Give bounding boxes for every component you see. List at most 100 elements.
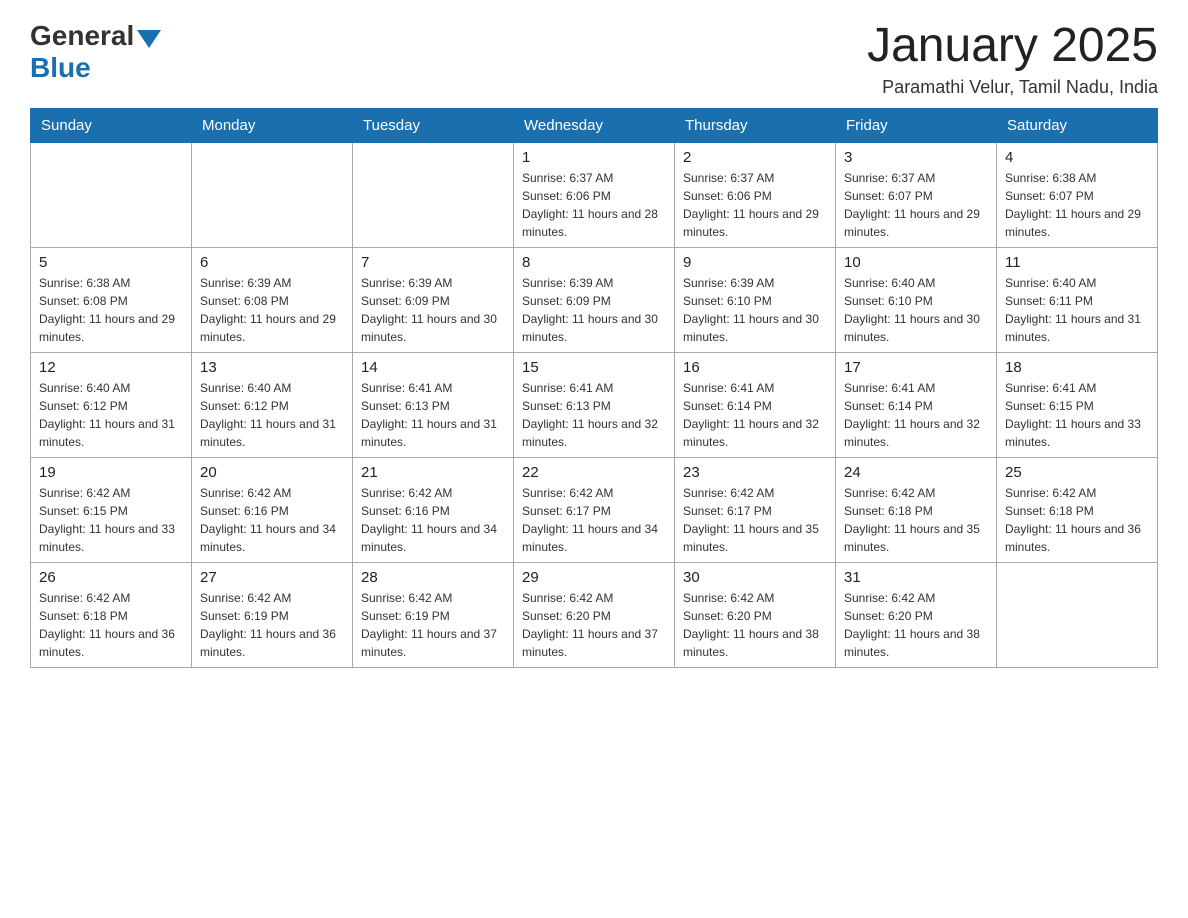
table-row: 21 Sunrise: 6:42 AMSunset: 6:16 PMDayligh… — [353, 457, 514, 562]
table-row: 5 Sunrise: 6:38 AMSunset: 6:08 PMDaylight… — [31, 247, 192, 352]
table-row: 11 Sunrise: 6:40 AMSunset: 6:11 PMDayligh… — [997, 247, 1158, 352]
day-info: Sunrise: 6:39 AMSunset: 6:09 PMDaylight:… — [522, 274, 666, 346]
table-row — [353, 142, 514, 247]
day-info: Sunrise: 6:40 AMSunset: 6:11 PMDaylight:… — [1005, 274, 1149, 346]
day-number: 1 — [522, 149, 666, 166]
day-number: 9 — [683, 254, 827, 271]
day-number: 15 — [522, 359, 666, 376]
day-info: Sunrise: 6:42 AMSunset: 6:15 PMDaylight:… — [39, 484, 183, 556]
day-number: 16 — [683, 359, 827, 376]
day-number: 26 — [39, 569, 183, 586]
day-number: 27 — [200, 569, 344, 586]
table-row: 24 Sunrise: 6:42 AMSunset: 6:18 PMDayligh… — [836, 457, 997, 562]
table-row: 29 Sunrise: 6:42 AMSunset: 6:20 PMDayligh… — [514, 562, 675, 667]
day-info: Sunrise: 6:40 AMSunset: 6:12 PMDaylight:… — [200, 379, 344, 451]
calendar-header-row: Sunday Monday Tuesday Wednesday Thursday… — [31, 108, 1158, 142]
day-info: Sunrise: 6:42 AMSunset: 6:20 PMDaylight:… — [844, 589, 988, 661]
day-info: Sunrise: 6:42 AMSunset: 6:20 PMDaylight:… — [522, 589, 666, 661]
day-info: Sunrise: 6:40 AMSunset: 6:10 PMDaylight:… — [844, 274, 988, 346]
table-row: 16 Sunrise: 6:41 AMSunset: 6:14 PMDayligh… — [675, 352, 836, 457]
day-info: Sunrise: 6:42 AMSunset: 6:17 PMDaylight:… — [683, 484, 827, 556]
table-row: 12 Sunrise: 6:40 AMSunset: 6:12 PMDayligh… — [31, 352, 192, 457]
table-row: 10 Sunrise: 6:40 AMSunset: 6:10 PMDayligh… — [836, 247, 997, 352]
table-row: 8 Sunrise: 6:39 AMSunset: 6:09 PMDaylight… — [514, 247, 675, 352]
calendar-week-row: 19 Sunrise: 6:42 AMSunset: 6:15 PMDayligh… — [31, 457, 1158, 562]
day-info: Sunrise: 6:42 AMSunset: 6:16 PMDaylight:… — [200, 484, 344, 556]
calendar-week-row: 12 Sunrise: 6:40 AMSunset: 6:12 PMDayligh… — [31, 352, 1158, 457]
header-wednesday: Wednesday — [514, 108, 675, 142]
month-title: January 2025 — [867, 20, 1158, 73]
header-thursday: Thursday — [675, 108, 836, 142]
location-subtitle: Paramathi Velur, Tamil Nadu, India — [867, 77, 1158, 98]
day-number: 29 — [522, 569, 666, 586]
table-row — [192, 142, 353, 247]
day-number: 17 — [844, 359, 988, 376]
day-number: 2 — [683, 149, 827, 166]
day-number: 13 — [200, 359, 344, 376]
day-number: 30 — [683, 569, 827, 586]
day-info: Sunrise: 6:42 AMSunset: 6:20 PMDaylight:… — [683, 589, 827, 661]
day-number: 12 — [39, 359, 183, 376]
day-number: 7 — [361, 254, 505, 271]
table-row: 17 Sunrise: 6:41 AMSunset: 6:14 PMDayligh… — [836, 352, 997, 457]
day-number: 10 — [844, 254, 988, 271]
day-info: Sunrise: 6:39 AMSunset: 6:10 PMDaylight:… — [683, 274, 827, 346]
logo-blue-text: Blue — [30, 52, 91, 84]
day-info: Sunrise: 6:42 AMSunset: 6:17 PMDaylight:… — [522, 484, 666, 556]
day-number: 23 — [683, 464, 827, 481]
calendar-week-row: 5 Sunrise: 6:38 AMSunset: 6:08 PMDaylight… — [31, 247, 1158, 352]
table-row: 23 Sunrise: 6:42 AMSunset: 6:17 PMDayligh… — [675, 457, 836, 562]
day-number: 8 — [522, 254, 666, 271]
day-info: Sunrise: 6:41 AMSunset: 6:15 PMDaylight:… — [1005, 379, 1149, 451]
day-info: Sunrise: 6:37 AMSunset: 6:06 PMDaylight:… — [522, 169, 666, 241]
header-sunday: Sunday — [31, 108, 192, 142]
day-number: 11 — [1005, 254, 1149, 271]
calendar-week-row: 26 Sunrise: 6:42 AMSunset: 6:18 PMDayligh… — [31, 562, 1158, 667]
day-number: 5 — [39, 254, 183, 271]
table-row: 7 Sunrise: 6:39 AMSunset: 6:09 PMDaylight… — [353, 247, 514, 352]
table-row: 4 Sunrise: 6:38 AMSunset: 6:07 PMDaylight… — [997, 142, 1158, 247]
day-info: Sunrise: 6:41 AMSunset: 6:14 PMDaylight:… — [683, 379, 827, 451]
day-info: Sunrise: 6:39 AMSunset: 6:08 PMDaylight:… — [200, 274, 344, 346]
table-row: 19 Sunrise: 6:42 AMSunset: 6:15 PMDayligh… — [31, 457, 192, 562]
logo-general-text: General — [30, 20, 134, 52]
day-number: 28 — [361, 569, 505, 586]
day-info: Sunrise: 6:41 AMSunset: 6:14 PMDaylight:… — [844, 379, 988, 451]
table-row: 13 Sunrise: 6:40 AMSunset: 6:12 PMDayligh… — [192, 352, 353, 457]
calendar-table: Sunday Monday Tuesday Wednesday Thursday… — [30, 108, 1158, 668]
day-number: 14 — [361, 359, 505, 376]
day-number: 6 — [200, 254, 344, 271]
table-row: 14Sunrise: 6:41 AMSunset: 6:13 PMDayligh… — [353, 352, 514, 457]
day-info: Sunrise: 6:38 AMSunset: 6:07 PMDaylight:… — [1005, 169, 1149, 241]
day-number: 20 — [200, 464, 344, 481]
day-info: Sunrise: 6:42 AMSunset: 6:18 PMDaylight:… — [1005, 484, 1149, 556]
day-info: Sunrise: 6:42 AMSunset: 6:18 PMDaylight:… — [39, 589, 183, 661]
header-saturday: Saturday — [997, 108, 1158, 142]
table-row: 1 Sunrise: 6:37 AMSunset: 6:06 PMDaylight… — [514, 142, 675, 247]
day-info: Sunrise: 6:42 AMSunset: 6:19 PMDaylight:… — [200, 589, 344, 661]
title-section: January 2025 Paramathi Velur, Tamil Nadu… — [867, 20, 1158, 98]
table-row: 2Sunrise: 6:37 AMSunset: 6:06 PMDaylight… — [675, 142, 836, 247]
day-info: Sunrise: 6:39 AMSunset: 6:09 PMDaylight:… — [361, 274, 505, 346]
day-number: 24 — [844, 464, 988, 481]
day-info: Sunrise: 6:42 AMSunset: 6:19 PMDaylight:… — [361, 589, 505, 661]
day-number: 4 — [1005, 149, 1149, 166]
day-info: Sunrise: 6:40 AMSunset: 6:12 PMDaylight:… — [39, 379, 183, 451]
table-row: 30 Sunrise: 6:42 AMSunset: 6:20 PMDayligh… — [675, 562, 836, 667]
day-info: Sunrise: 6:41 AMSunset: 6:13 PMDaylight:… — [522, 379, 666, 451]
table-row: 27 Sunrise: 6:42 AMSunset: 6:19 PMDayligh… — [192, 562, 353, 667]
table-row: 26 Sunrise: 6:42 AMSunset: 6:18 PMDayligh… — [31, 562, 192, 667]
day-info: Sunrise: 6:42 AMSunset: 6:18 PMDaylight:… — [844, 484, 988, 556]
table-row — [997, 562, 1158, 667]
day-number: 25 — [1005, 464, 1149, 481]
day-number: 21 — [361, 464, 505, 481]
table-row: 22Sunrise: 6:42 AMSunset: 6:17 PMDayligh… — [514, 457, 675, 562]
day-number: 19 — [39, 464, 183, 481]
day-info: Sunrise: 6:42 AMSunset: 6:16 PMDaylight:… — [361, 484, 505, 556]
table-row: 20 Sunrise: 6:42 AMSunset: 6:16 PMDayligh… — [192, 457, 353, 562]
day-info: Sunrise: 6:38 AMSunset: 6:08 PMDaylight:… — [39, 274, 183, 346]
logo-triangle-icon — [137, 30, 161, 48]
table-row: 25 Sunrise: 6:42 AMSunset: 6:18 PMDayligh… — [997, 457, 1158, 562]
day-number: 31 — [844, 569, 988, 586]
table-row: 31 Sunrise: 6:42 AMSunset: 6:20 PMDayligh… — [836, 562, 997, 667]
